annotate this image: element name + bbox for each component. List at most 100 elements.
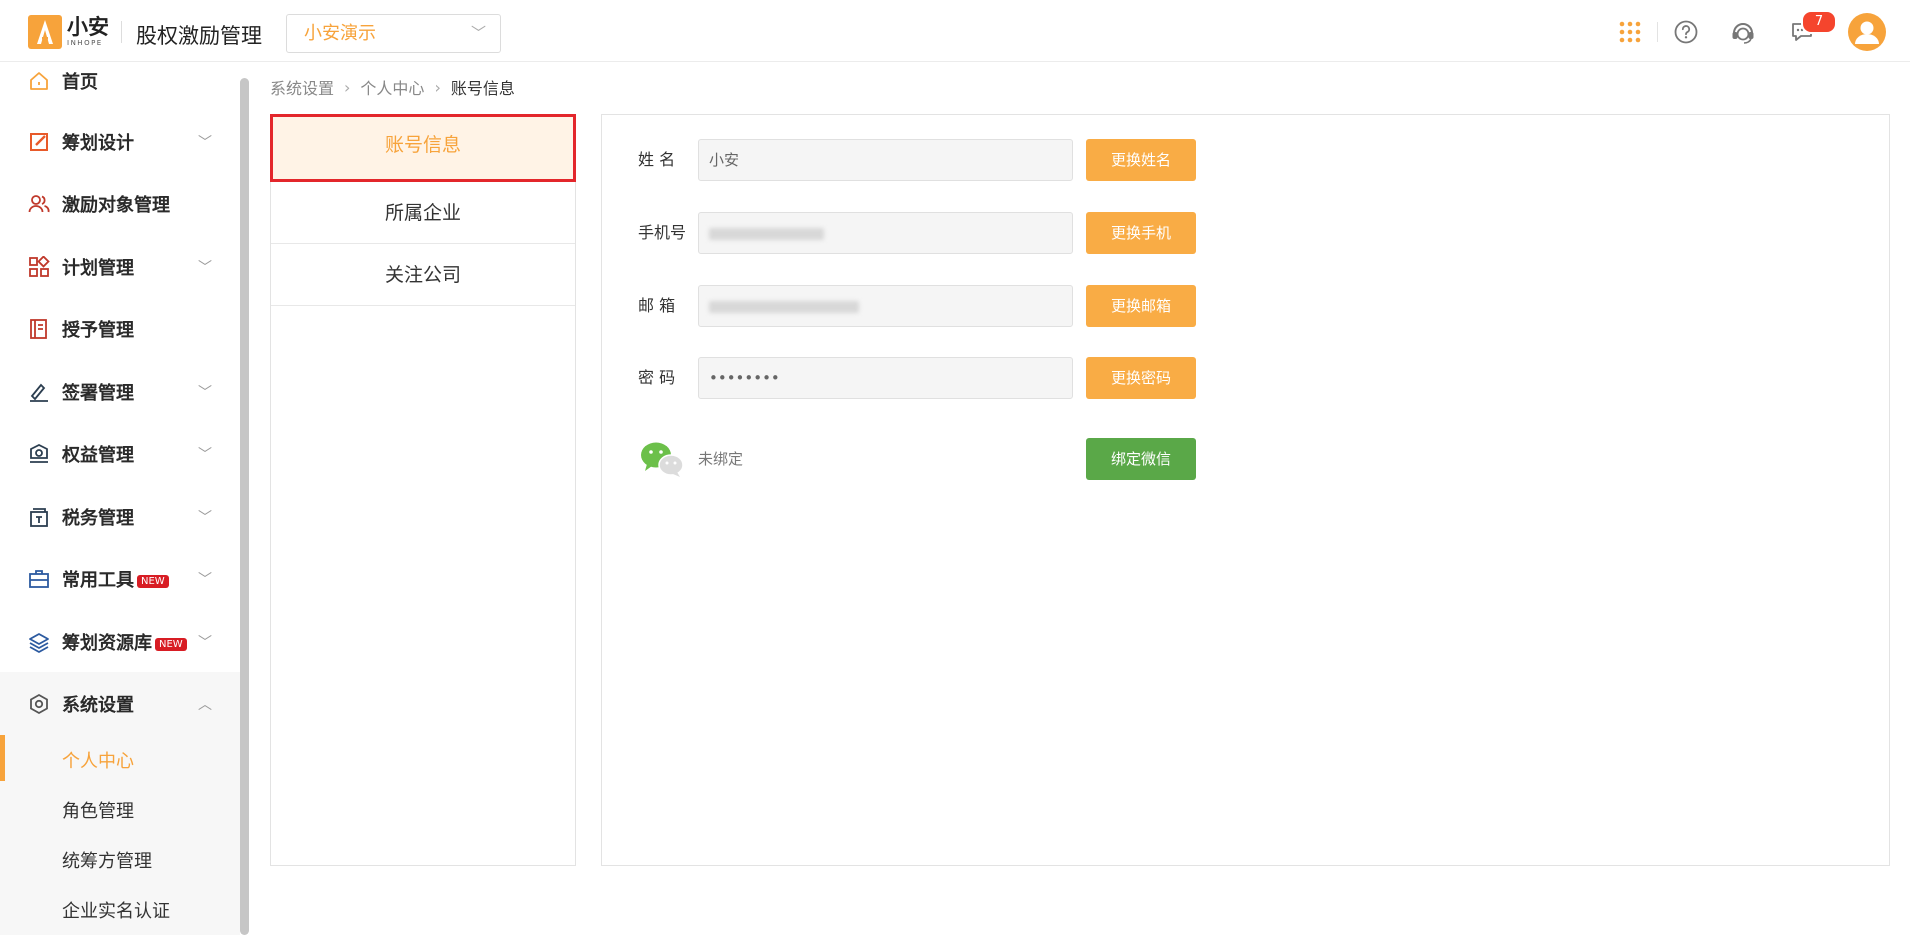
grid-icon — [27, 255, 51, 279]
sidebar-item-label: 激励对象管理 — [62, 195, 170, 216]
sidebar-item-common-tools[interactable]: 常用工具 NEW ﹀ — [0, 556, 240, 602]
tab-followed-companies[interactable]: 关注公司 — [271, 244, 575, 306]
change-password-button[interactable]: 更换密码 — [1086, 357, 1196, 399]
notification-badge: 7 — [1801, 10, 1837, 34]
tab-account-info[interactable]: 账号信息 — [270, 114, 576, 182]
sidebar-item-label: 系统设置 — [62, 695, 134, 716]
breadcrumb-item[interactable]: 个人中心 — [360, 75, 424, 99]
new-badge: NEW — [137, 575, 169, 588]
sidebar-item-sign-management[interactable]: 签署管理 ﹀ — [0, 369, 240, 415]
sidebar-subitem-enterprise-verification[interactable]: 企业实名认证 — [0, 887, 240, 933]
layers-icon — [27, 630, 51, 654]
sidebar-item-label: 签署管理 — [62, 383, 134, 404]
account-tabs-panel: 账号信息 所属企业 关注公司 — [270, 114, 576, 866]
chevron-down-icon: ﹀ — [198, 572, 212, 588]
name-row: 姓 名 小安 更换姓名 — [602, 139, 1402, 181]
logo-subtitle: INHOPE — [67, 39, 103, 47]
edit-icon — [27, 130, 51, 154]
top-header: 小安 INHOPE 股权激励管理 小安演示 ﹀ 7 — [0, 0, 1910, 62]
password-label: 密 码 — [638, 368, 676, 387]
phone-row: 手机号 更换手机 — [602, 212, 1402, 254]
help-icon[interactable] — [1666, 12, 1706, 52]
sidebar-item-label: 首页 — [62, 72, 98, 93]
company-select[interactable]: 小安演示 ﹀ — [286, 14, 501, 53]
password-field[interactable]: •••••••• — [698, 357, 1073, 399]
breadcrumb: 系统设置 › 个人中心 › 账号信息 — [270, 75, 515, 99]
sidebar-item-home[interactable]: 首页 — [0, 62, 240, 104]
sidebar-subitem-label: 企业实名认证 — [62, 901, 170, 922]
wechat-row: 未绑定 绑定微信 — [602, 438, 1402, 480]
wechat-icon — [638, 438, 686, 480]
sidebar-item-grant-management[interactable]: 授予管理 — [0, 306, 240, 352]
chevron-down-icon: ﹀ — [198, 260, 212, 276]
email-label: 邮 箱 — [638, 296, 676, 315]
wechat-status: 未绑定 — [698, 450, 744, 468]
bind-wechat-button[interactable]: 绑定微信 — [1086, 438, 1196, 480]
chevron-down-icon: ﹀ — [198, 635, 212, 651]
sidebar-subitem-label: 个人中心 — [62, 751, 134, 772]
sidebar-subitem-role-management[interactable]: 角色管理 — [0, 787, 240, 833]
chevron-up-icon: ︿ — [198, 697, 212, 713]
logo-name: 小安 — [67, 15, 109, 39]
home-icon — [27, 69, 51, 93]
breadcrumb-item[interactable]: 系统设置 — [270, 75, 334, 99]
book-icon — [27, 317, 51, 341]
sidebar-subitem-label: 统筹方管理 — [62, 851, 152, 872]
sidebar-item-plan-management[interactable]: 计划管理 ﹀ — [0, 244, 240, 290]
chevron-down-icon: ﹀ — [198, 510, 212, 526]
sidebar-subitem-coordinator-management[interactable]: 统筹方管理 — [0, 837, 240, 883]
sidebar-item-label: 计划管理 — [62, 258, 134, 279]
app-title: 股权激励管理 — [136, 24, 262, 48]
sidebar-scrollbar-thumb[interactable] — [240, 78, 249, 935]
chevron-down-icon: ﹀ — [198, 135, 212, 151]
sidebar: 首页 筹划设计 ﹀ 激励对象管理 计划管理 ﹀ 授予管理 签署管理 ﹀ 权益管理… — [0, 62, 240, 935]
customer-service-icon[interactable] — [1723, 12, 1763, 52]
sidebar-item-resource-library[interactable]: 筹划资源库 NEW ﹀ — [0, 619, 240, 665]
chevron-right-icon: › — [344, 77, 351, 97]
tab-affiliated-company[interactable]: 所属企业 — [271, 182, 575, 244]
password-row: 密 码 •••••••• 更换密码 — [602, 357, 1402, 399]
email-field[interactable] — [698, 285, 1073, 327]
account-info-panel: 姓 名 小安 更换姓名 手机号 更换手机 邮 箱 更换邮箱 密 码 ••••••… — [601, 114, 1890, 866]
app-logo[interactable]: 小安 INHOPE — [28, 15, 109, 49]
sign-icon — [27, 380, 51, 404]
sidebar-item-incentive-targets[interactable]: 激励对象管理 — [0, 181, 240, 227]
sidebar-item-label: 授予管理 — [62, 320, 134, 341]
chevron-down-icon: ﹀ — [198, 447, 212, 463]
phone-label: 手机号 — [638, 223, 687, 242]
header-divider — [121, 21, 122, 43]
redacted-email — [709, 300, 859, 313]
sidebar-subitem-personal-center[interactable]: 个人中心 — [0, 737, 240, 783]
sidebar-item-label: 常用工具 NEW — [62, 566, 169, 592]
sidebar-item-planning[interactable]: 筹划设计 ﹀ — [0, 119, 240, 165]
redacted-phone — [709, 227, 824, 240]
chevron-down-icon: ﹀ — [470, 24, 486, 42]
header-icon-divider — [1657, 22, 1658, 42]
new-badge: NEW — [155, 638, 187, 651]
settings-icon — [27, 692, 51, 716]
active-indicator — [0, 735, 5, 781]
users-icon — [27, 192, 51, 216]
sidebar-item-label: 筹划设计 — [62, 133, 134, 154]
name-label: 姓 名 — [638, 150, 676, 169]
apps-grid-icon[interactable] — [1610, 12, 1650, 52]
chevron-right-icon: › — [434, 77, 441, 97]
shield-icon — [27, 442, 51, 466]
sidebar-item-label: 税务管理 — [62, 508, 134, 529]
sidebar-subitem-label: 角色管理 — [62, 801, 134, 822]
logo-mark-icon — [28, 15, 62, 49]
phone-field[interactable] — [698, 212, 1073, 254]
sidebar-item-tax-management[interactable]: 税务管理 ﹀ — [0, 494, 240, 540]
change-name-button[interactable]: 更换姓名 — [1086, 139, 1196, 181]
change-email-button[interactable]: 更换邮箱 — [1086, 285, 1196, 327]
change-phone-button[interactable]: 更换手机 — [1086, 212, 1196, 254]
name-field[interactable]: 小安 — [698, 139, 1073, 181]
sidebar-item-system-settings[interactable]: 系统设置 ︿ — [0, 681, 240, 727]
sidebar-item-label: 筹划资源库 NEW — [62, 629, 187, 655]
company-select-value: 小安演示 — [304, 23, 376, 44]
sidebar-item-label: 权益管理 — [62, 445, 134, 466]
email-row: 邮 箱 更换邮箱 — [602, 285, 1402, 327]
chevron-down-icon: ﹀ — [198, 385, 212, 401]
user-avatar[interactable] — [1846, 11, 1888, 53]
sidebar-item-equity-management[interactable]: 权益管理 ﹀ — [0, 431, 240, 477]
